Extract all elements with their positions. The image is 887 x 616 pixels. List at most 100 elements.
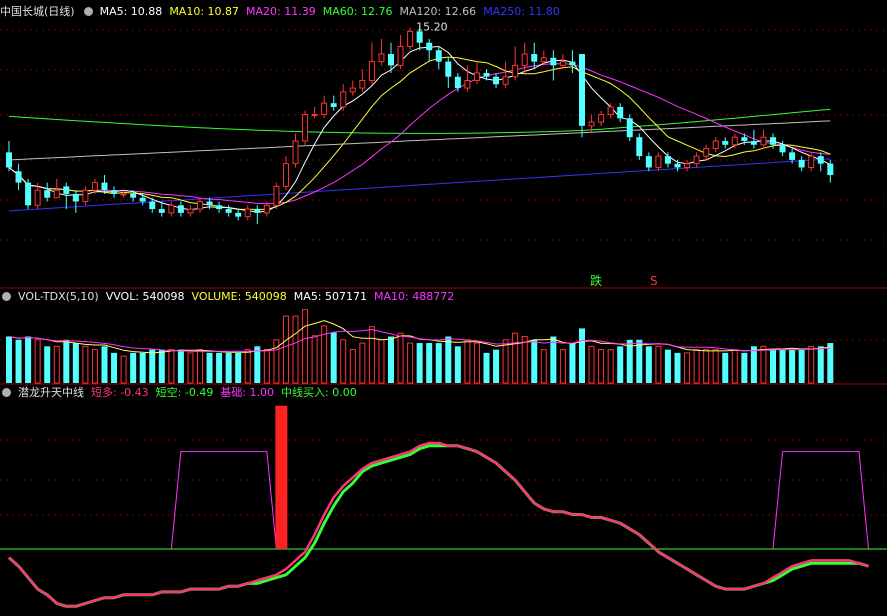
candle-body xyxy=(359,80,366,89)
volume-bar xyxy=(254,346,261,383)
candle-body xyxy=(693,155,700,165)
candle-body xyxy=(655,155,662,168)
volume-bar xyxy=(760,345,767,384)
volume-bar xyxy=(149,349,156,383)
volume-bar xyxy=(684,352,691,384)
volume-bar xyxy=(750,346,757,383)
candle-body xyxy=(263,204,270,214)
candle-body xyxy=(579,54,585,126)
ma5-line xyxy=(8,45,831,213)
candle-body xyxy=(531,54,538,62)
candle-body xyxy=(607,106,614,116)
volume-bar xyxy=(311,335,318,384)
candle-body xyxy=(149,201,156,210)
volume-bar xyxy=(693,349,700,384)
volume-bar xyxy=(588,345,595,384)
volume-bar xyxy=(645,346,652,383)
candle-body xyxy=(722,141,729,145)
volume-bar xyxy=(502,339,509,384)
volume-bar xyxy=(302,309,309,384)
volume-bar xyxy=(216,352,223,383)
candle-body xyxy=(82,189,89,202)
candle-body xyxy=(521,53,528,66)
volume-bar xyxy=(187,352,194,384)
volume-bar xyxy=(168,349,175,384)
candle-body xyxy=(111,190,118,194)
candle-body xyxy=(216,205,223,210)
volume-bar xyxy=(235,352,242,383)
candle-body xyxy=(321,102,328,116)
candle-body xyxy=(139,197,146,202)
volume-bar xyxy=(101,346,108,383)
ma250-line xyxy=(8,158,831,212)
candle-body xyxy=(15,171,22,183)
volume-bar xyxy=(454,346,461,383)
candle-body xyxy=(349,87,356,93)
candle-body xyxy=(750,141,757,145)
candle-body xyxy=(502,76,509,85)
candle-body xyxy=(206,201,213,206)
volume-bar xyxy=(368,326,375,384)
volume-bar xyxy=(44,346,51,383)
volume-bar xyxy=(177,349,184,383)
candle-body xyxy=(817,156,824,164)
candle-body xyxy=(426,42,433,51)
volume-bar xyxy=(416,343,423,383)
candle-body xyxy=(101,182,108,191)
signal-sell-label: S xyxy=(650,274,658,288)
volume-bar xyxy=(263,349,270,384)
candle-body xyxy=(540,57,547,63)
candle-body xyxy=(435,50,442,62)
candle-body xyxy=(454,76,461,89)
volume-bar xyxy=(25,336,32,383)
candle-body xyxy=(177,205,184,213)
candle-body xyxy=(731,136,738,146)
volume-bar xyxy=(158,349,165,383)
candle-body xyxy=(636,137,643,157)
candle-body xyxy=(158,209,165,213)
candle-body xyxy=(187,208,194,214)
volume-bar xyxy=(197,349,203,384)
candle-body xyxy=(569,61,576,66)
volume-bar xyxy=(741,352,748,383)
candle-body xyxy=(712,140,719,150)
volume-bar xyxy=(636,339,643,383)
candle-body xyxy=(559,61,566,66)
volume-bar xyxy=(111,352,118,383)
high-price-label: 15.20 xyxy=(416,21,448,34)
candle-body xyxy=(311,114,318,117)
volume-bar xyxy=(703,349,710,384)
volume-bar xyxy=(340,339,347,384)
candle-body xyxy=(798,159,805,168)
volume-bar xyxy=(206,352,213,383)
volume-bar xyxy=(607,349,614,384)
candle-body xyxy=(44,190,51,198)
candle-body xyxy=(626,118,633,138)
candle-body xyxy=(91,182,98,191)
volume-bar xyxy=(378,339,385,384)
volume-bar xyxy=(72,343,79,383)
volume-bar xyxy=(292,315,299,384)
volume-bar xyxy=(817,346,824,383)
candle-body xyxy=(598,114,605,123)
candle-body xyxy=(197,201,203,210)
candle-body xyxy=(340,91,347,108)
volume-bar xyxy=(550,336,557,383)
candle-body xyxy=(779,144,786,153)
candle-body xyxy=(674,163,681,168)
candle-body xyxy=(273,185,280,206)
stock-chart[interactable]: 15.20 跌 S xyxy=(0,0,887,616)
volume-bar xyxy=(91,349,98,384)
volume-bar xyxy=(521,336,528,384)
ma60-line xyxy=(8,108,831,134)
volume-bar xyxy=(225,352,232,383)
signal-down-label: 跌 xyxy=(590,273,602,288)
volume-bar xyxy=(483,352,490,383)
volume-bar xyxy=(569,343,576,383)
candle-body xyxy=(388,54,394,66)
volume-bar xyxy=(808,345,815,384)
candle-body xyxy=(378,53,385,63)
volume-bar xyxy=(359,342,366,384)
volume-bar xyxy=(712,349,719,384)
volume-bar xyxy=(664,349,671,383)
